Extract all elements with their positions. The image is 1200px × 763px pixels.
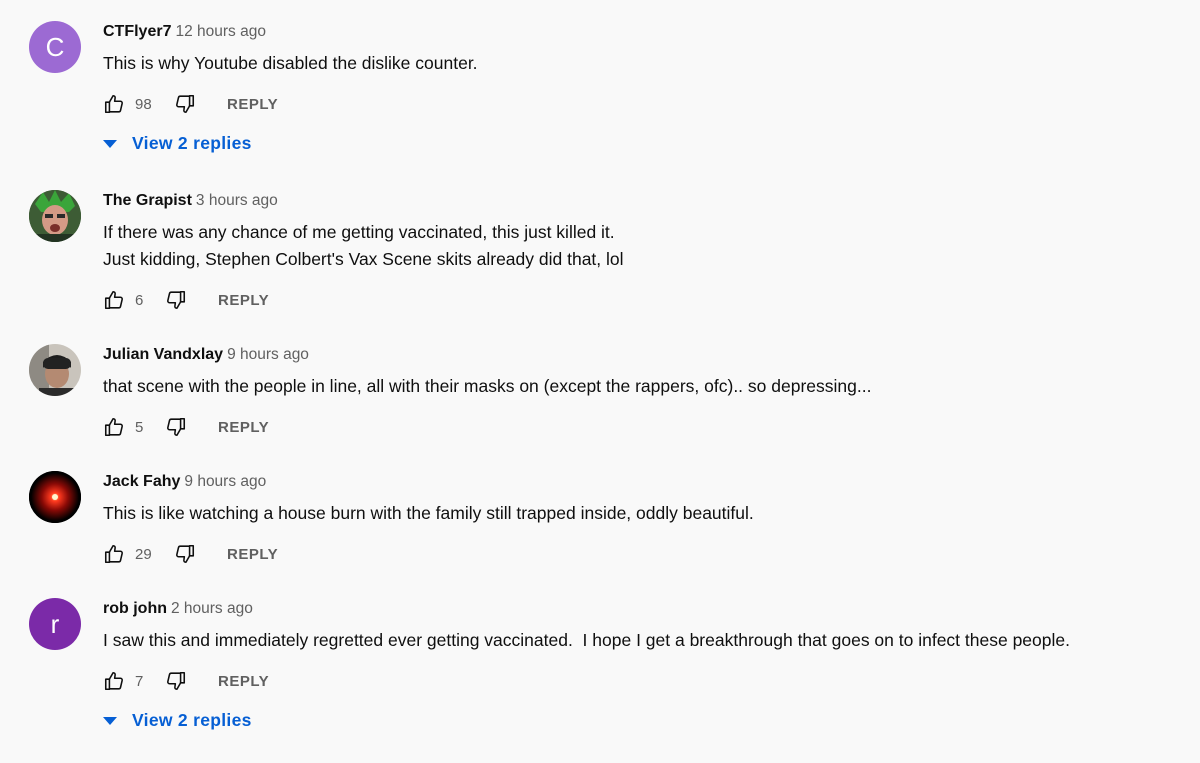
thumbs-down-icon — [167, 671, 186, 691]
author-name[interactable]: Jack Fahy — [103, 473, 180, 490]
author-name[interactable]: Julian Vandxlay — [103, 346, 223, 363]
thumbs-down-icon — [167, 417, 186, 437]
comment-timestamp[interactable]: 2 hours ago — [171, 600, 253, 617]
thumbs-down-icon — [176, 94, 195, 114]
dislike-button[interactable] — [165, 670, 187, 692]
author-name[interactable]: CTFlyer7 — [103, 23, 171, 40]
like-button[interactable] — [103, 93, 125, 115]
dislike-button[interactable] — [165, 289, 187, 311]
thumbs-up-icon — [104, 544, 123, 564]
avatar[interactable]: C — [29, 21, 81, 73]
reply-button[interactable]: REPLY — [218, 292, 269, 309]
comment-text: If there was any chance of me getting va… — [103, 219, 624, 273]
avatar[interactable] — [29, 471, 81, 523]
comment-text: This is like watching a house burn with … — [103, 500, 754, 527]
comment-header: The Grapist 3 hours ago — [103, 192, 278, 210]
reply-button[interactable]: REPLY — [227, 546, 278, 563]
comment-text-line: I saw this and immediately regretted eve… — [103, 630, 1070, 650]
view-replies-label: View 2 replies — [132, 133, 252, 153]
hal-eye-icon — [29, 471, 81, 523]
like-count: 5 — [135, 419, 144, 436]
comment-text: that scene with the people in line, all … — [103, 373, 871, 400]
comment-header: CTFlyer7 12 hours ago — [103, 23, 266, 41]
like-button[interactable] — [103, 289, 125, 311]
avatar[interactable] — [29, 344, 81, 396]
reply-button[interactable]: REPLY — [227, 96, 278, 113]
like-count: 98 — [135, 96, 152, 113]
comment-text: I saw this and immediately regretted eve… — [103, 627, 1070, 654]
avatar[interactable] — [29, 190, 81, 242]
thumbs-up-icon — [104, 94, 123, 114]
like-count: 29 — [135, 546, 152, 563]
comment-timestamp[interactable]: 9 hours ago — [184, 473, 266, 490]
reply-button[interactable]: REPLY — [218, 673, 269, 690]
comment-header: rob john 2 hours ago — [103, 600, 253, 618]
thumbs-up-icon — [104, 671, 123, 691]
like-button[interactable] — [103, 416, 125, 438]
comment-header: Jack Fahy 9 hours ago — [103, 473, 266, 491]
like-count: 6 — [135, 292, 144, 309]
dislike-button[interactable] — [174, 93, 196, 115]
like-button[interactable] — [103, 543, 125, 565]
avatar-letter: C — [45, 31, 65, 62]
caret-down-icon — [103, 717, 117, 725]
profile-photo-icon — [29, 344, 81, 396]
profile-photo-icon — [29, 190, 81, 242]
author-name[interactable]: The Grapist — [103, 192, 192, 209]
dislike-button[interactable] — [165, 416, 187, 438]
comment-text-line: If there was any chance of me getting va… — [103, 222, 615, 242]
comment-timestamp[interactable]: 3 hours ago — [196, 192, 278, 209]
avatar[interactable]: r — [29, 598, 81, 650]
comment-header: Julian Vandxlay 9 hours ago — [103, 346, 309, 364]
like-count: 7 — [135, 673, 144, 690]
comment-text: This is why Youtube disabled the dislike… — [103, 50, 478, 77]
comment-text-line: This is why Youtube disabled the dislike… — [103, 53, 478, 73]
reply-button[interactable]: REPLY — [218, 419, 269, 436]
like-button[interactable] — [103, 670, 125, 692]
comment-timestamp[interactable]: 9 hours ago — [227, 346, 309, 363]
comment-text-line: that scene with the people in line, all … — [103, 376, 872, 396]
dislike-button[interactable] — [174, 543, 196, 565]
comment-timestamp[interactable]: 12 hours ago — [175, 23, 266, 40]
caret-down-icon — [103, 140, 117, 148]
view-replies-label: View 2 replies — [132, 710, 252, 730]
thumbs-up-icon — [104, 290, 123, 310]
thumbs-down-icon — [176, 544, 195, 564]
avatar-letter: r — [50, 608, 60, 639]
comment-text-line: This is like watching a house burn with … — [103, 503, 754, 523]
thumbs-down-icon — [167, 290, 186, 310]
author-name[interactable]: rob john — [103, 600, 167, 617]
comment-text-line: Just kidding, Stephen Colbert's Vax Scen… — [103, 249, 624, 269]
thumbs-up-icon — [104, 417, 123, 437]
